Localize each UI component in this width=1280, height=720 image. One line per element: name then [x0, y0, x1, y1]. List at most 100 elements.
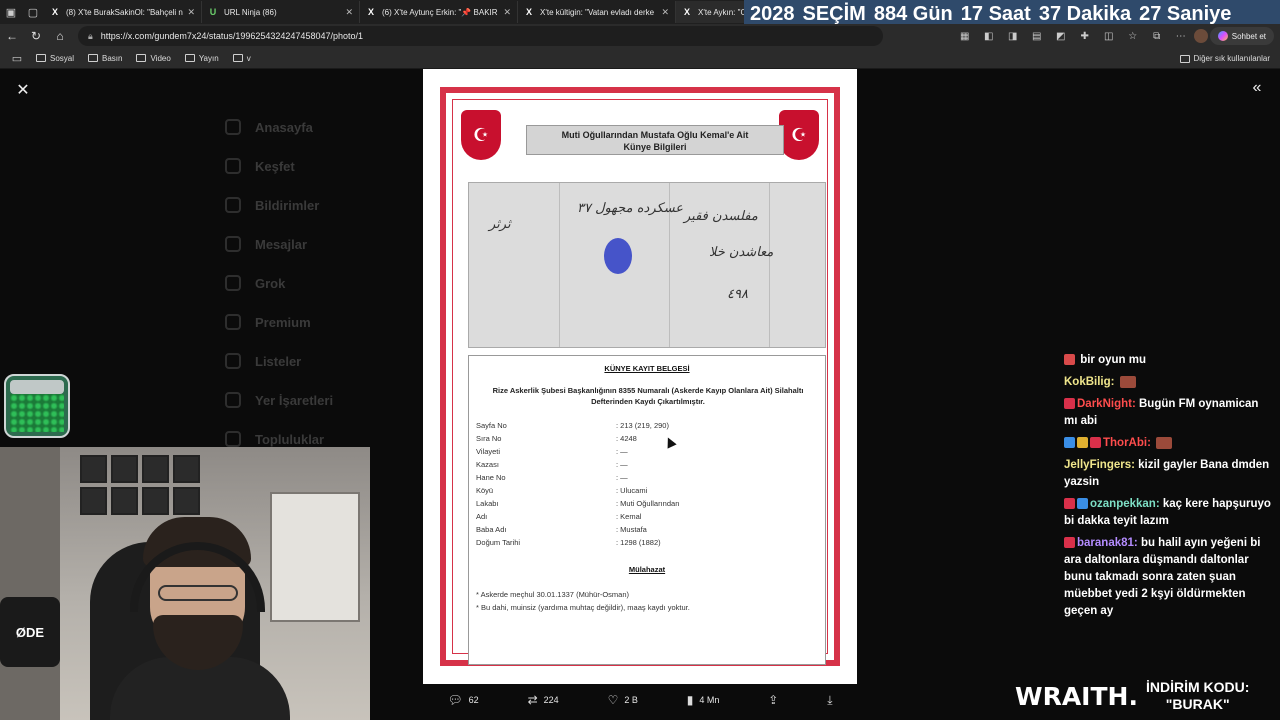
record-source: Rize Askerlik Şubesi Başkanlığının 8355 …: [492, 386, 804, 406]
chat-message: ozanpekkan: kaç kere hapşuruyo bi dakka …: [1064, 496, 1274, 530]
bookmark-folder[interactable]: v: [227, 49, 257, 67]
repost-icon: ⇄: [527, 693, 538, 707]
reply-button[interactable]: 💬︎ 62: [447, 693, 478, 707]
ottoman-record-scan: عسکرده مجهول ٣٧ مفلسدن فقير ثرثر معاشدن …: [468, 182, 826, 348]
chat-username: ozanpekkan:: [1090, 498, 1160, 510]
record-row: Lakabı: Muti Oğullarından: [476, 499, 680, 508]
url-field[interactable]: 🔒︎ https://x.com/gundem7x24/status/19962…: [78, 26, 883, 46]
nav-premium[interactable]: Premium: [225, 314, 311, 330]
folder-icon: [36, 54, 46, 62]
nav-communities[interactable]: Topluluklar: [225, 431, 324, 447]
views-button[interactable]: ▮ 4 Mn: [687, 693, 720, 707]
x-logo-icon: X: [525, 7, 532, 17]
nav-notifications[interactable]: Bildirimler: [225, 197, 319, 213]
browser-tab-3[interactable]: X (6) X'te Aytunç Erkin: "📌 BAKIR ✕: [360, 1, 518, 23]
chat-message: JellyFingers: kizil gayler Bana dmden ya…: [1064, 457, 1274, 491]
home-icon: [225, 119, 241, 135]
mail-icon: [225, 236, 241, 252]
chat-message: bir oyun mu: [1064, 352, 1274, 369]
collapse-panel-icon[interactable]: «: [1248, 79, 1266, 97]
decorative-border: ☪ ☪ Muti Oğullarından Mustafa Oğlu Kemal…: [440, 87, 840, 666]
share-icon: ⇪: [768, 693, 779, 707]
extension-icon[interactable]: ◧: [978, 25, 1000, 47]
chat-button[interactable]: Sohbet et: [1209, 27, 1274, 45]
bookmark-label: Yayın: [198, 53, 219, 63]
extension-icon[interactable]: ▤: [1026, 25, 1048, 47]
tab-title: (8) X'te BurakSakinOl: "Bahçeli n: [66, 7, 183, 17]
record-row: Sayfa No: 213 (219, 290): [476, 421, 669, 430]
repost-button[interactable]: ⇄ 224: [528, 693, 559, 707]
collections-icon[interactable]: ⧉: [1146, 25, 1168, 47]
nav-bookmarks[interactable]: Yer İşaretleri: [225, 392, 333, 408]
chat-badge-icon: [1090, 437, 1101, 449]
record-row: Baba Adı: Mustafa: [476, 525, 647, 534]
nav-home[interactable]: Anasayfa: [225, 119, 313, 135]
bookmark-folder[interactable]: Yayın: [179, 49, 225, 67]
bell-icon: [225, 197, 241, 213]
back-icon[interactable]: ←: [0, 24, 24, 48]
like-button[interactable]: ♡ 2 B: [608, 693, 638, 707]
crescent-star-emblem-icon: ☪: [461, 110, 501, 160]
stream-chat: bir oyun mu KokBilig: DarkNight: Bugün F…: [1064, 352, 1274, 652]
reload-icon[interactable]: ↻: [24, 24, 48, 48]
reading-list-icon[interactable]: ▭: [6, 47, 28, 69]
door: [0, 447, 60, 720]
bookmark-folder[interactable]: Sosyal: [30, 49, 80, 67]
bookmark-folder[interactable]: Video: [130, 49, 176, 67]
chat-username: ThorAbi:: [1103, 437, 1151, 449]
extension-icon[interactable]: ▦: [954, 25, 976, 47]
tab-actions-icon[interactable]: ▢: [22, 1, 44, 23]
profile-avatar[interactable]: [1193, 29, 1208, 43]
url-text: https://x.com/gundem7x24/status/19962543…: [100, 31, 363, 41]
chat-badge-icon: [1064, 537, 1075, 549]
bookmark-label: Basın: [102, 53, 123, 63]
tab-title: (6) X'te Aytunç Erkin: "📌 BAKIR: [382, 7, 498, 17]
close-tab-icon[interactable]: ✕: [345, 7, 353, 18]
tab-title: URL Ninja (86): [224, 7, 277, 17]
x-logo-icon: [225, 314, 241, 330]
post-action-bar: 💬︎ 62 ⇄ 224 ♡ 2 B ▮ 4 Mn ⇪ ⤓: [423, 688, 857, 712]
nav-lists[interactable]: Listeler: [225, 353, 301, 369]
chat-button-label: Sohbet et: [1231, 31, 1266, 41]
handwritten-script: عسکرده مجهول ٣٧: [577, 201, 684, 216]
close-tab-icon[interactable]: ✕: [503, 7, 511, 18]
extension-icon[interactable]: ◨: [1002, 25, 1024, 47]
menu-icon[interactable]: ⋯: [1170, 25, 1192, 47]
reply-count: 62: [468, 695, 479, 705]
download-icon: ⤓: [827, 692, 833, 707]
other-bookmarks[interactable]: Diğer sık kullanılanlar: [1179, 48, 1270, 69]
nav-explore[interactable]: Keşfet: [225, 158, 295, 174]
extension-icon[interactable]: ◩: [1050, 25, 1072, 47]
bookmark-label: v: [246, 53, 251, 63]
split-screen-icon[interactable]: ◫: [1098, 25, 1120, 47]
countdown-days: 884 Gün: [873, 2, 953, 25]
browser-tab-2[interactable]: U URL Ninja (86) ✕: [202, 1, 360, 23]
glasses: [158, 585, 238, 601]
download-button[interactable]: ⤓: [827, 693, 832, 708]
nav-messages[interactable]: Mesajlar: [225, 236, 307, 252]
workspaces-icon[interactable]: ▣: [0, 1, 22, 23]
close-tab-icon[interactable]: ✕: [661, 7, 669, 18]
bookmark-folder[interactable]: Basın: [82, 49, 128, 67]
close-tab-icon[interactable]: ✕: [187, 7, 195, 18]
favorites-icon[interactable]: ☆: [1122, 25, 1144, 47]
tab-title: X'te kültigin: "Vatan evladı derke: [540, 7, 655, 17]
chat-badge-icon: [1064, 498, 1075, 510]
sponsor-logo: WRAITH.: [1015, 681, 1138, 711]
nav-grok[interactable]: Grok: [225, 275, 285, 291]
record-row: Doğum Tarihi: 1298 (1882): [476, 538, 661, 547]
heart-icon: ♡: [607, 693, 619, 707]
close-icon[interactable]: ✕: [14, 81, 32, 99]
share-button[interactable]: ⇪: [768, 693, 778, 707]
countdown-label: SEÇİM: [802, 2, 866, 25]
people-icon: [225, 431, 241, 447]
puzzle-icon[interactable]: ✚: [1074, 25, 1096, 47]
folder-icon: [232, 54, 243, 62]
handwritten-script: معاشدن خلا: [709, 245, 774, 260]
browser-tab-4[interactable]: X X'te kültigin: "Vatan evladı derke ✕: [518, 1, 676, 23]
chat-message: baranak81: bu halil ayın yeğeni bi ara d…: [1064, 535, 1274, 620]
browser-tab-1[interactable]: X (8) X'te BurakSakinOl: "Bahçeli n ✕: [44, 1, 202, 23]
chat-badge-icon: [1064, 437, 1075, 449]
home-icon[interactable]: ⌂: [48, 24, 72, 48]
grok-icon: [225, 275, 241, 291]
